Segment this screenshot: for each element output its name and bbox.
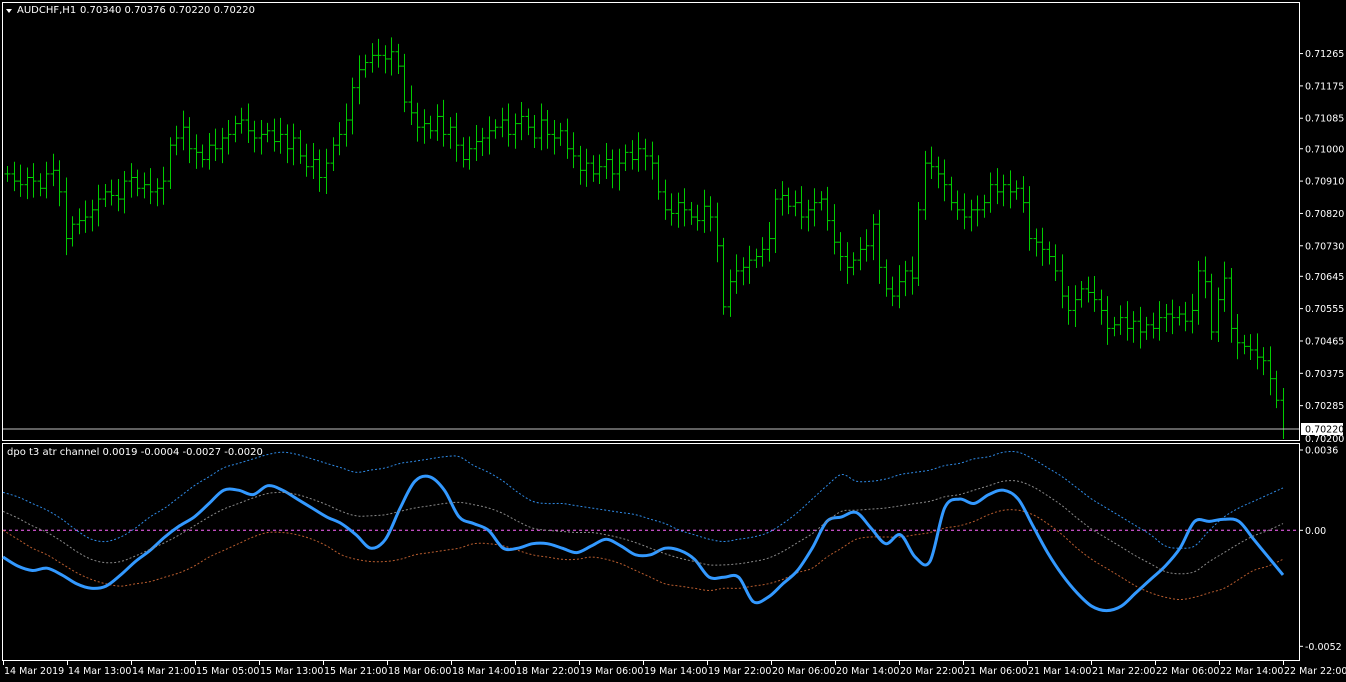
indicator-tick-label: -0.0052	[1305, 642, 1342, 653]
price-tick-label: 0.70465	[1305, 336, 1344, 347]
time-tick-label: 20 Mar 22:00	[900, 666, 963, 677]
price-tick-label: 0.70285	[1305, 401, 1344, 412]
price-tick-label: 0.70555	[1305, 304, 1344, 315]
price-tick-label: 0.71000	[1305, 144, 1344, 155]
time-tick-label: 22 Mar 14:00	[1220, 666, 1283, 677]
price-tick-label: 0.71265	[1305, 49, 1344, 60]
price-tick-label: 0.70730	[1305, 241, 1344, 252]
time-tick-label: 14 Mar 13:00	[68, 666, 131, 677]
time-tick-label: 18 Mar 22:00	[516, 666, 579, 677]
axis-bottom-label: 0.70200	[1305, 434, 1344, 445]
time-tick-label: 14 Mar 21:00	[132, 666, 195, 677]
symbol-title: AUDCHF,H1	[17, 5, 76, 16]
ohlc-values: 0.70340 0.70376 0.70220 0.70220	[80, 5, 255, 16]
price-tick-label: 0.71085	[1305, 114, 1344, 125]
price-tick-label: 0.70645	[1305, 272, 1344, 283]
indicator-tick-label: 0.00	[1305, 526, 1326, 537]
indicator-title: dpo t3 atr channel 0.0019 -0.0004 -0.002…	[7, 447, 263, 458]
time-tick-label: 22 Mar 22:00	[1284, 666, 1346, 677]
time-tick-label: 19 Mar 22:00	[708, 666, 771, 677]
time-tick-label: 15 Mar 05:00	[196, 666, 259, 677]
time-tick-label: 15 Mar 13:00	[260, 666, 323, 677]
price-tick-label: 0.70820	[1305, 209, 1344, 220]
time-tick-label: 14 Mar 2019	[4, 666, 64, 677]
time-tick-label: 19 Mar 06:00	[580, 666, 643, 677]
price-tick-label: 0.70910	[1305, 177, 1344, 188]
time-tick-label: 20 Mar 14:00	[836, 666, 899, 677]
time-tick-label: 15 Mar 21:00	[324, 666, 387, 677]
price-tick-label: 0.71175	[1305, 81, 1344, 92]
indicator-tick-label: 0.0036	[1305, 446, 1338, 457]
time-tick-label: 21 Mar 22:00	[1092, 666, 1155, 677]
time-tick-label: 21 Mar 14:00	[1028, 666, 1091, 677]
time-tick-label: 19 Mar 14:00	[644, 666, 707, 677]
time-tick-label: 20 Mar 06:00	[772, 666, 835, 677]
time-tick-label: 22 Mar 06:00	[1156, 666, 1219, 677]
time-tick-label: 18 Mar 06:00	[388, 666, 451, 677]
time-tick-label: 18 Mar 14:00	[452, 666, 515, 677]
time-tick-label: 21 Mar 06:00	[964, 666, 1027, 677]
price-tick-label: 0.70375	[1305, 369, 1344, 380]
chart-stage: AUDCHF,H1 0.70340 0.70376 0.70220 0.7022…	[0, 0, 1346, 682]
